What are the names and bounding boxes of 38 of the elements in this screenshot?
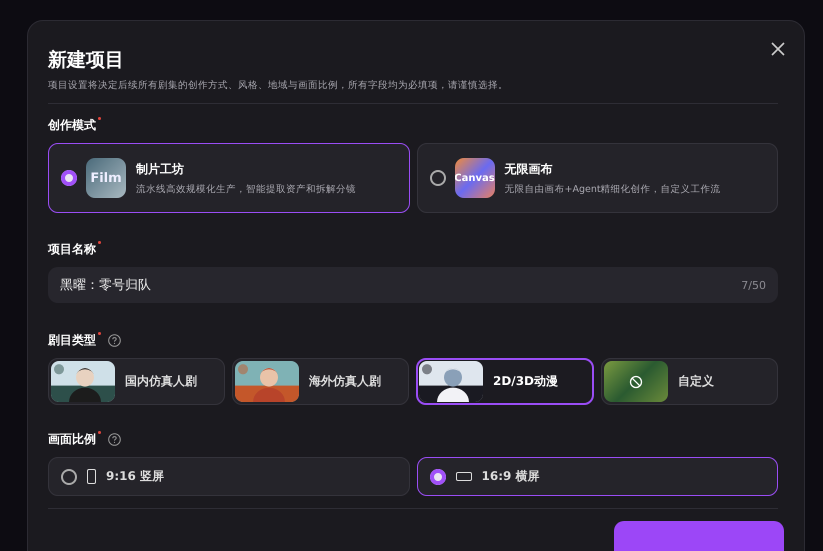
section-label: 剧目类型 — [48, 332, 96, 348]
ban-icon — [604, 361, 668, 402]
option-description: 无限自由画布+Agent精细化创作，自定义工作流 — [504, 182, 721, 196]
option-description: 流水线高效规模化生产，智能提取资产和拆解分镜 — [136, 182, 356, 196]
option-label: 16:9 横屏 — [482, 468, 540, 485]
option-title: 无限画布 — [504, 160, 554, 178]
help-icon[interactable] — [108, 334, 121, 346]
ratio-option[interactable]: 9:16 竖屏 — [48, 457, 410, 496]
radio-button[interactable] — [430, 468, 446, 484]
option-title: 制片工坊 — [136, 160, 185, 178]
option-label: 2D/3D动漫 — [493, 373, 558, 390]
radio-button[interactable] — [61, 170, 77, 186]
section-label: 创作模式 — [48, 116, 96, 134]
section-label: 画面比例 — [48, 430, 96, 448]
genre-option[interactable]: 2D/3D动漫 — [416, 358, 594, 405]
option-label: 自定义 — [678, 373, 714, 390]
genre-option[interactable]: 自定义 — [601, 358, 778, 405]
section-label: 项目名称 — [48, 240, 96, 258]
help-icon[interactable] — [108, 432, 121, 446]
dialog-title: 新建项目 — [48, 48, 125, 73]
option-label: 海外仿真人剧 — [309, 373, 381, 390]
mode-option[interactable]: Film 制片工坊 流水线高效规模化生产，智能提取资产和拆解分镜 — [48, 143, 410, 213]
character-counter: 7/50 — [741, 278, 766, 292]
radio-button[interactable] — [61, 468, 77, 484]
close-icon[interactable] — [770, 41, 786, 57]
ratio-option[interactable]: 16:9 横屏 — [416, 457, 778, 496]
genre-option[interactable]: 海外仿真人剧 — [232, 358, 409, 405]
app-icon: Canvas — [454, 158, 494, 198]
option-label: 国内仿真人剧 — [125, 373, 197, 390]
dialog-description: 项目设置将决定后续所有剧集的创作方式、风格、地域与画面比例，所有字段均为必填项，请谨慎选择。 — [48, 79, 509, 93]
genre-option[interactable]: 国内仿真人剧 — [48, 358, 225, 405]
option-label: 9:16 竖屏 — [106, 468, 164, 485]
app-icon: Film — [86, 158, 126, 198]
name-field[interactable]: 黑曜：零号归队 7/50 — [48, 267, 778, 303]
radio-button[interactable] — [430, 170, 446, 186]
mode-option[interactable]: Canvas 无限画布 无限自由画布+Agent精细化创作，自定义工作流 — [416, 143, 778, 213]
landscape-icon — [456, 472, 472, 481]
portrait-icon — [87, 469, 96, 484]
